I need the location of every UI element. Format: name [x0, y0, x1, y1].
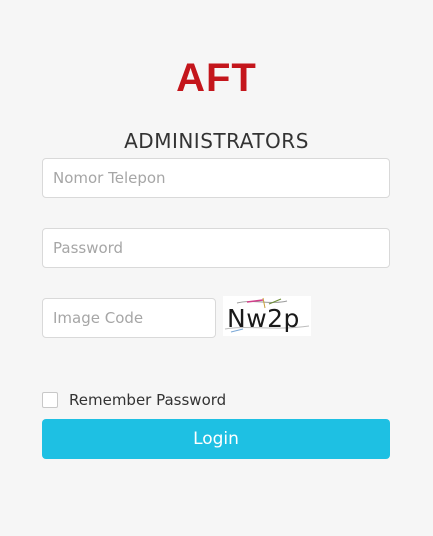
remember-password-label: Remember Password: [69, 391, 227, 409]
captcha-image[interactable]: Nw2p: [223, 296, 311, 336]
password-input[interactable]: [42, 228, 390, 268]
image-code-input[interactable]: [42, 298, 216, 338]
captcha-graphic: Nw2p: [224, 297, 310, 333]
brand-logo: AFT: [176, 56, 257, 100]
remember-password-checkbox[interactable]: [42, 392, 58, 408]
remember-password-option[interactable]: Remember Password: [42, 389, 226, 411]
phone-number-input[interactable]: [42, 158, 390, 198]
captcha-text: Nw2p: [227, 304, 300, 333]
page-title: ADMINISTRATORS: [124, 129, 309, 153]
login-button[interactable]: Login: [42, 419, 390, 459]
